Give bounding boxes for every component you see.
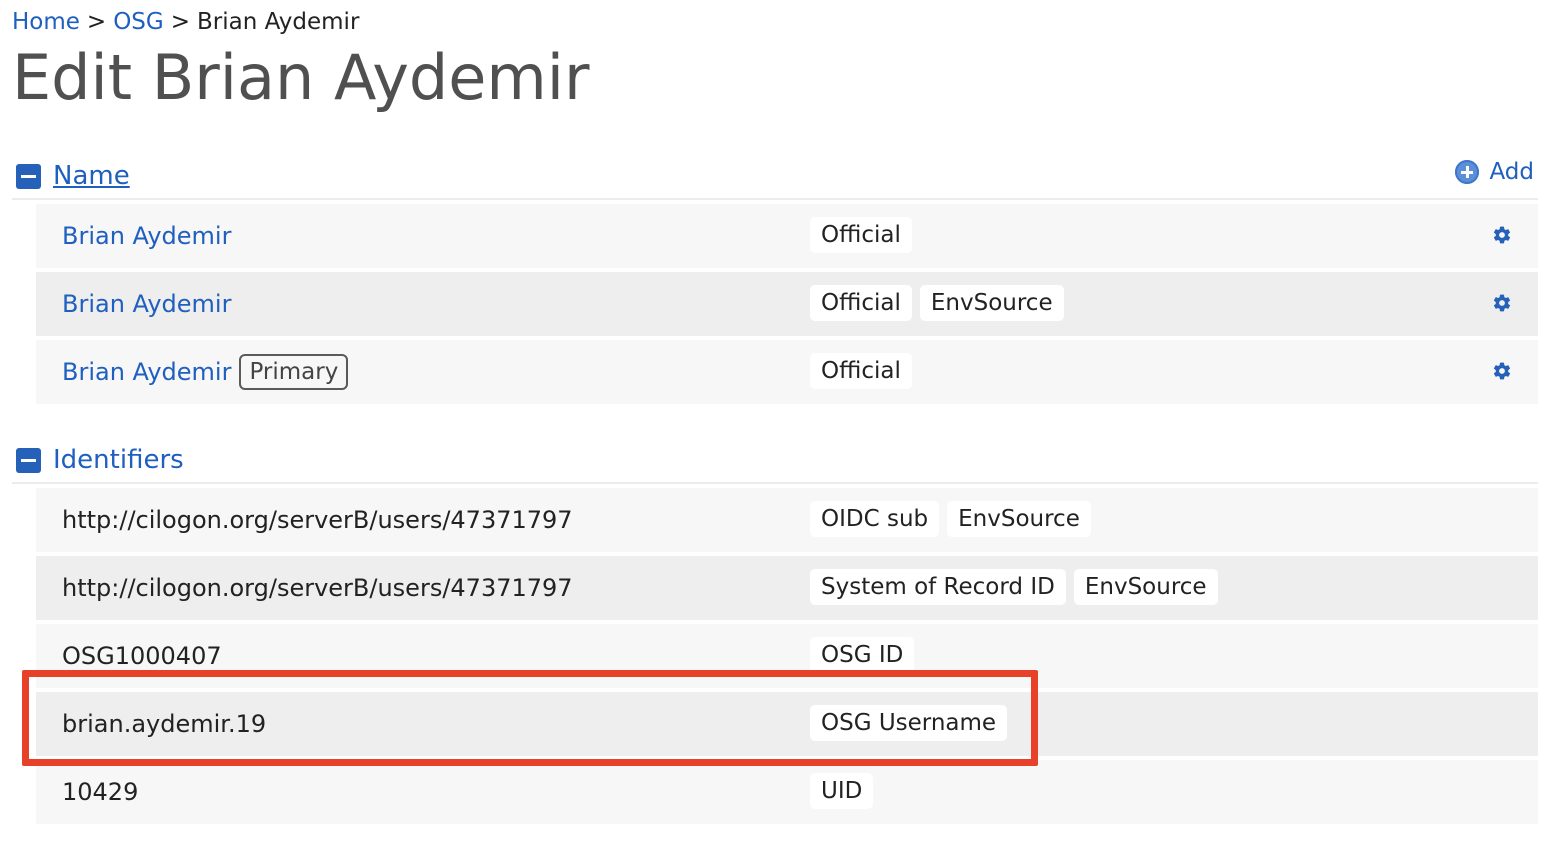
collapse-name-icon[interactable] — [16, 164, 41, 189]
identifier-type-tag: System of Record ID — [810, 569, 1066, 605]
name-link[interactable]: Brian Aydemir — [62, 272, 231, 336]
identifier-source-tag: EnvSource — [1073, 569, 1218, 605]
name-type-tag: Official — [810, 217, 912, 253]
identifier-row: 10429 UID — [36, 760, 1538, 824]
identifier-list: http://cilogon.org/serverB/users/4737179… — [36, 488, 1538, 828]
identifier-row: http://cilogon.org/serverB/users/4737179… — [36, 556, 1538, 620]
breadcrumb: Home > OSG > Brian Aydemir — [12, 6, 359, 38]
identifier-tags: UID — [810, 773, 874, 809]
plus-circle-icon — [1455, 160, 1480, 184]
gear-icon[interactable] — [1492, 225, 1512, 245]
identifier-value: http://cilogon.org/serverB/users/4737179… — [62, 574, 573, 602]
name-tags: Official — [810, 353, 912, 389]
identifier-type-tag: UID — [810, 773, 874, 809]
identifier-type-tag: OIDC sub — [810, 501, 940, 537]
name-type-tag: Official — [810, 285, 912, 321]
identifier-value: http://cilogon.org/serverB/users/4737179… — [62, 506, 573, 534]
name-row: Brian Aydemir Official — [36, 204, 1538, 268]
breadcrumb-separator: > — [86, 9, 107, 35]
identifier-value: 10429 — [62, 778, 139, 806]
name-type-tag: Official — [810, 353, 912, 389]
name-source-tag: EnvSource — [919, 285, 1064, 321]
identifier-type-tag: OSG Username — [810, 705, 1008, 741]
name-section-header: Name Add — [12, 154, 1538, 200]
gear-icon[interactable] — [1492, 361, 1512, 381]
add-name-label: Add — [1489, 159, 1534, 185]
collapse-identifiers-icon[interactable] — [16, 448, 41, 473]
identifier-tags: OSG Username — [810, 705, 1008, 741]
identifier-row: OSG1000407 OSG ID — [36, 624, 1538, 688]
page-title: Edit Brian Aydemir — [12, 41, 590, 114]
name-list: Brian Aydemir Official Brian Aydemir Off… — [36, 204, 1538, 408]
breadcrumb-separator: > — [170, 9, 191, 35]
breadcrumb-osg-link[interactable]: OSG — [113, 9, 164, 35]
identifier-tags: System of Record ID EnvSource — [810, 569, 1218, 605]
name-row: Brian Aydemir Primary Official — [36, 340, 1538, 404]
name-tags: Official — [810, 217, 912, 253]
breadcrumb-current: Brian Aydemir — [197, 9, 360, 35]
identifiers-section-toggle[interactable]: Identifiers — [53, 442, 184, 478]
name-link[interactable]: Brian Aydemir — [62, 340, 231, 404]
name-tags: Official EnvSource — [810, 285, 1064, 321]
identifier-source-tag: EnvSource — [947, 501, 1091, 537]
identifier-value: brian.aydemir.19 — [62, 710, 267, 738]
add-name-button[interactable]: Add — [1455, 156, 1534, 188]
identifier-type-tag: OSG ID — [810, 637, 915, 673]
identifier-tags: OSG ID — [810, 637, 915, 673]
name-link[interactable]: Brian Aydemir — [62, 204, 231, 268]
identifier-row: http://cilogon.org/serverB/users/4737179… — [36, 488, 1538, 552]
identifier-tags: OIDC sub EnvSource — [810, 501, 1091, 537]
name-row: Brian Aydemir Official EnvSource — [36, 272, 1538, 336]
identifier-value: OSG1000407 — [62, 642, 222, 670]
name-section-toggle[interactable]: Name — [53, 158, 130, 194]
identifiers-section-header: Identifiers — [12, 438, 1538, 484]
gear-icon[interactable] — [1492, 293, 1512, 313]
primary-badge: Primary — [239, 354, 349, 390]
breadcrumb-home-link[interactable]: Home — [12, 9, 80, 35]
identifier-row: brian.aydemir.19 OSG Username — [36, 692, 1538, 756]
